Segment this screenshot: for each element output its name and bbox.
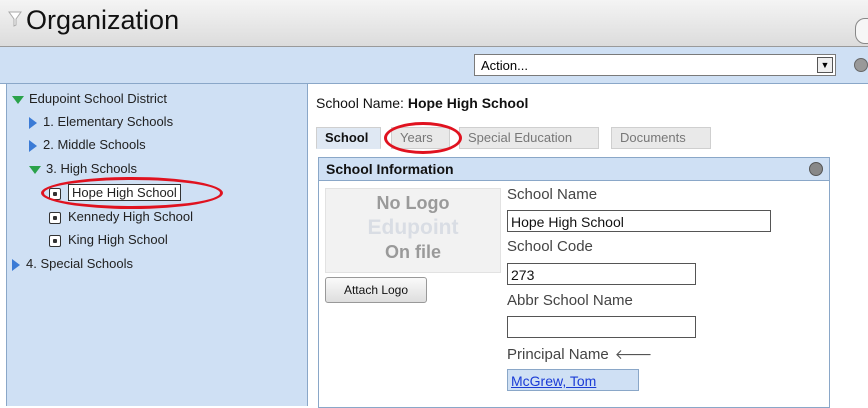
abbr-school-name-field[interactable] xyxy=(507,316,696,338)
logo-placeholder: No Logo Edupoint On file xyxy=(325,188,501,273)
panel-header: School Information xyxy=(319,158,829,181)
red-highlight-circle xyxy=(41,177,223,209)
tree-root-label: Edupoint School District xyxy=(29,91,168,106)
tab-school[interactable]: School xyxy=(316,127,381,149)
school-icon xyxy=(49,234,61,247)
expanded-triangle-icon[interactable] xyxy=(12,95,24,104)
dropdown-arrow-icon[interactable]: ▼ xyxy=(817,57,833,73)
school-name-header: School Name: Hope High School xyxy=(316,95,528,111)
school-name-label: School Name xyxy=(507,186,598,203)
principal-name-label-text: Principal Name xyxy=(507,346,609,363)
logo-text-line: On file xyxy=(384,242,441,262)
logo-text-line: No Logo xyxy=(376,193,450,213)
filter-icon[interactable] xyxy=(8,11,22,27)
collapsed-triangle-icon[interactable] xyxy=(29,116,37,129)
tree-item-middle[interactable]: 2. Middle Schools xyxy=(29,136,146,154)
action-dropdown[interactable]: Action... ▼ xyxy=(474,54,836,76)
principal-name-link[interactable]: McGrew, Tom xyxy=(507,369,639,391)
org-tree-pane: Edupoint School District 1. Elementary S… xyxy=(6,84,308,406)
tab-documents[interactable]: Documents xyxy=(611,127,711,149)
tree-item-label: Kennedy High School xyxy=(68,209,194,224)
tree-item-label: 1. Elementary Schools xyxy=(43,114,174,129)
panel-title: School Information xyxy=(326,161,454,177)
page-title: Organization xyxy=(26,5,180,35)
school-name-header-value: Hope High School xyxy=(407,95,529,111)
expanded-triangle-icon[interactable] xyxy=(29,165,41,174)
principal-name-label: Principal Name 🡐 xyxy=(507,346,652,363)
school-name-field[interactable]: Hope High School xyxy=(507,210,771,232)
gear-icon[interactable] xyxy=(854,58,868,72)
tree-item-label: 3. High Schools xyxy=(46,161,138,176)
detail-pane: School Name: Hope High School School Yea… xyxy=(308,84,868,408)
abbr-school-name-label: Abbr School Name xyxy=(507,292,633,309)
title-bar: Organization xyxy=(0,0,868,47)
tab-special-education[interactable]: Special Education xyxy=(459,127,599,149)
left-arrow-icon: 🡐 xyxy=(614,346,653,362)
tree-item-special[interactable]: 4. Special Schools xyxy=(12,255,133,273)
tree-item-elementary[interactable]: 1. Elementary Schools xyxy=(29,113,173,131)
school-name-header-label: School Name: xyxy=(316,95,404,111)
attach-logo-button[interactable]: Attach Logo xyxy=(325,277,427,303)
tree-item-high[interactable]: 3. High Schools xyxy=(29,160,137,178)
window-edge-button[interactable] xyxy=(855,18,868,44)
logo-watermark: Edupoint xyxy=(367,216,459,239)
collapsed-triangle-icon[interactable] xyxy=(29,139,37,152)
school-information-panel: School Information No Logo Edupoint On f… xyxy=(318,157,830,408)
collapsed-triangle-icon[interactable] xyxy=(12,258,20,271)
tree-item-label: King High School xyxy=(68,232,168,247)
tree-item-label: 4. Special Schools xyxy=(26,256,133,271)
red-highlight-circle xyxy=(384,122,462,154)
action-dropdown-value: Action... xyxy=(481,58,528,73)
tree-item-kennedy-high[interactable]: Kennedy High School xyxy=(49,208,193,226)
action-bar: Action... ▼ xyxy=(0,47,868,84)
tree-root-edupoint[interactable]: Edupoint School District xyxy=(12,90,167,108)
panel-collapse-icon[interactable] xyxy=(809,162,823,176)
tree-item-king-high[interactable]: King High School xyxy=(49,231,168,249)
school-code-label: School Code xyxy=(507,238,593,255)
school-icon xyxy=(49,211,61,224)
tree-item-label: 2. Middle Schools xyxy=(43,137,146,152)
school-code-field[interactable]: 273 xyxy=(507,263,696,285)
